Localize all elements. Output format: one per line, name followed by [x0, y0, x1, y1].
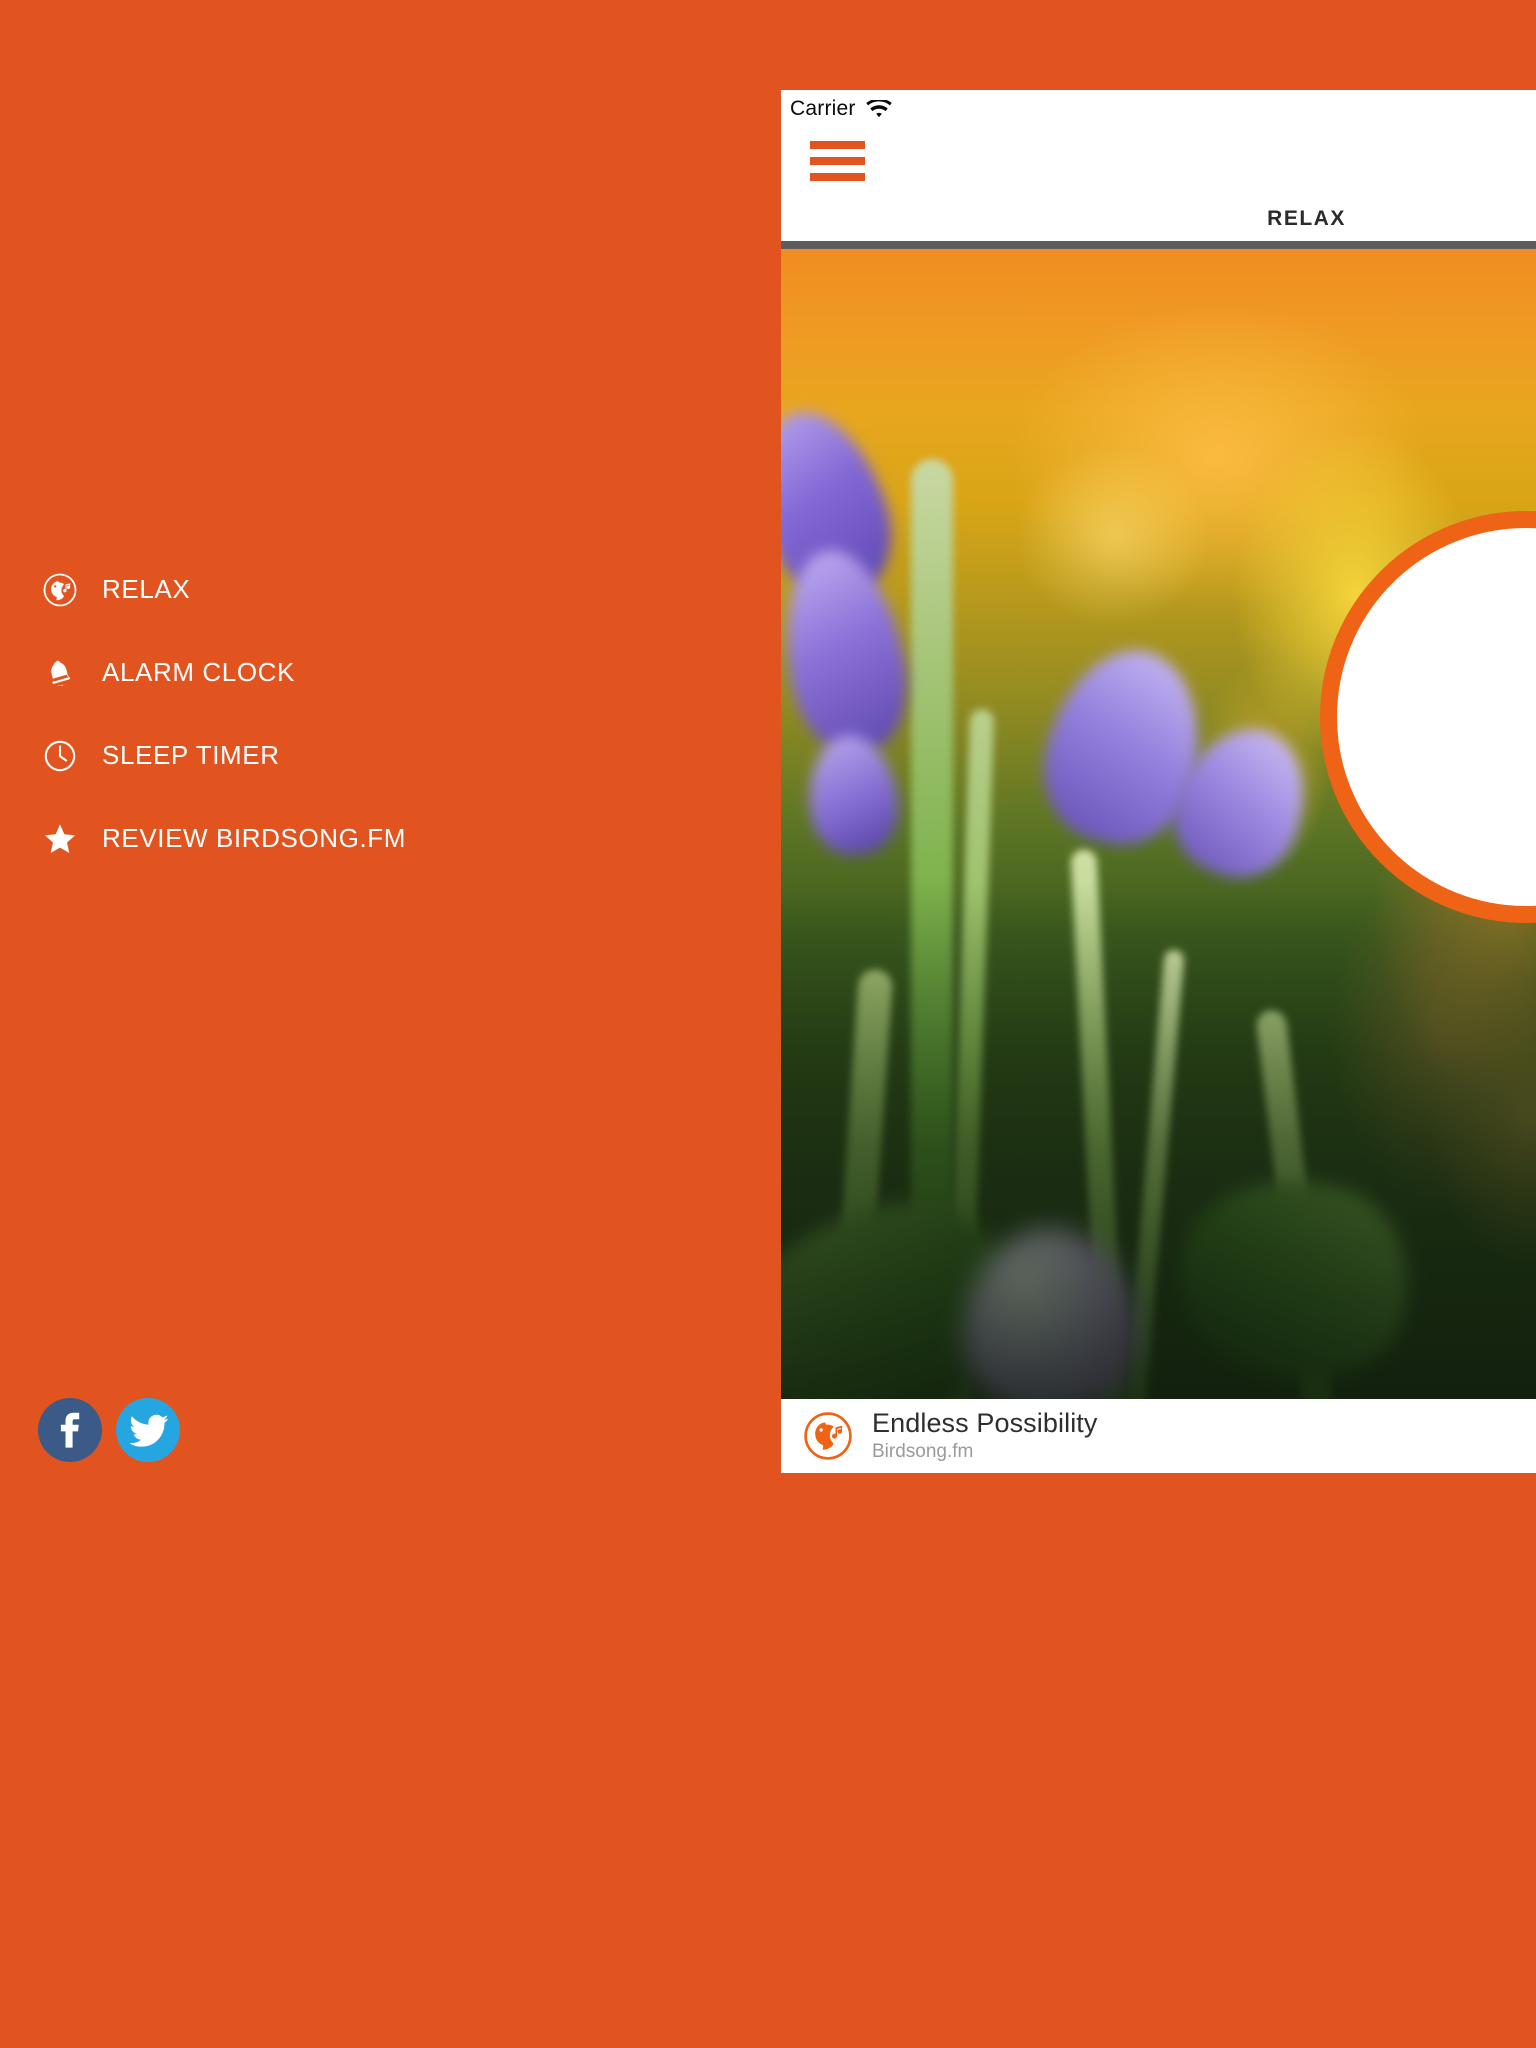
- sidebar-item-label: RELAX: [102, 574, 191, 604]
- phone-screen: Carrier RELAX Endless Possibility Birdso…: [781, 90, 1536, 1473]
- track-title: Endless Possibility: [872, 1407, 1098, 1438]
- nav-divider: [781, 241, 1536, 249]
- sidebar-item-label: SLEEP TIMER: [102, 740, 280, 770]
- hamburger-menu-icon[interactable]: [810, 141, 865, 181]
- now-playing-bar[interactable]: Endless Possibility Birdsong.fm: [781, 1399, 1536, 1473]
- sidebar-item-label: REVIEW BIRDSONG.FM: [102, 823, 407, 853]
- drawer-menu-list: RELAX ALARM CLOCK SLEEP TIMER REVIEW BIR…: [0, 548, 781, 880]
- side-drawer: RELAX ALARM CLOCK SLEEP TIMER REVIEW BIR…: [0, 0, 781, 2048]
- sidebar-item-relax[interactable]: RELAX: [0, 548, 781, 631]
- artwork-photo: [781, 249, 1536, 1399]
- wifi-icon: [865, 99, 892, 119]
- sidebar-item-review[interactable]: REVIEW BIRDSONG.FM: [0, 797, 781, 880]
- star-icon: [42, 821, 78, 857]
- birdsong-logo-icon: [803, 1411, 853, 1461]
- nav-bar: RELAX: [781, 128, 1536, 241]
- page-title: RELAX: [1267, 207, 1346, 230]
- bird-music-icon: [42, 572, 78, 608]
- bell-icon: [42, 655, 78, 691]
- now-playing-text: Endless Possibility Birdsong.fm: [872, 1407, 1098, 1464]
- facebook-icon: [60, 1412, 80, 1448]
- clock-icon: [42, 738, 78, 774]
- facebook-button[interactable]: [38, 1398, 102, 1462]
- track-source: Birdsong.fm: [872, 1440, 974, 1462]
- sidebar-item-alarm-clock[interactable]: ALARM CLOCK: [0, 631, 781, 714]
- twitter-button[interactable]: [116, 1398, 180, 1462]
- status-bar: Carrier: [781, 90, 1536, 128]
- sidebar-item-label: ALARM CLOCK: [102, 657, 295, 687]
- carrier-label: Carrier: [790, 97, 856, 120]
- twitter-icon: [129, 1414, 169, 1447]
- sidebar-item-sleep-timer[interactable]: SLEEP TIMER: [0, 714, 781, 797]
- social-links: [38, 1398, 180, 1462]
